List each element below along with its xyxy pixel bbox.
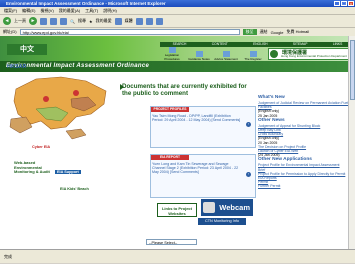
project-profiles-panel — [150, 106, 256, 148]
favorites-button[interactable]: 我的最愛 — [96, 18, 112, 24]
media-button[interactable]: 媒體 — [125, 18, 133, 24]
right-sidebar: What's New Judgement of Judicial Review … — [256, 94, 355, 249]
apps-item-0[interactable]: Project Profile for Environmental Impact… — [258, 163, 353, 167]
eia-support-link[interactable]: EIA Support — [55, 170, 81, 174]
camera-icon — [203, 202, 215, 213]
eia-report-arrow-icon[interactable]: › — [246, 172, 251, 177]
home-icon[interactable] — [60, 17, 67, 25]
menu-favorites[interactable]: 我的最愛(A) — [59, 8, 80, 14]
media-icon[interactable] — [114, 17, 122, 25]
documents-title: Documents that are currently exhibited f… — [122, 83, 247, 97]
register-icons: Legislation Procedures Guidance Notes Ad… — [160, 47, 265, 61]
map-island-south[interactable] — [65, 128, 87, 140]
menu-edit[interactable]: 編輯(E) — [22, 8, 35, 14]
favorites-star-icon[interactable]: ★ — [89, 19, 93, 24]
eia-report-text[interactable]: Yuen Long and Kam Tin Sewerage and Sewag… — [152, 162, 242, 175]
go-button[interactable]: 移至 — [242, 29, 257, 35]
scrollbar-thumb[interactable] — [349, 40, 355, 100]
menu-file[interactable]: 檔案(F) — [4, 8, 17, 14]
menu-bar: 檔案(F) 編輯(E) 檢視(V) 我的最愛(A) 工具(T) 說明(H) — [0, 7, 355, 14]
status-text: 完成 — [4, 254, 12, 259]
status-bar: 完成 — [0, 249, 355, 263]
page-content: 中文 SEARCH CONTENT ENGLISH SITEMAP LINKS … — [0, 36, 355, 249]
header-nav: SEARCH CONTENT ENGLISH SITEMAP LINKS — [160, 42, 355, 47]
maximize-button[interactable]: □ — [341, 1, 347, 6]
advice-link[interactable]: Advice Statement — [214, 50, 238, 61]
history-icon[interactable] — [135, 17, 143, 25]
chinese-version-link[interactable]: 中文 — [7, 44, 47, 55]
hk-map-image[interactable] — [6, 69, 114, 141]
nav-sitemap[interactable]: SITEMAP — [293, 42, 307, 47]
link-hotmail[interactable]: 免費 Hotmail — [286, 29, 309, 35]
window-titlebar: Environmental Impact Assessment Ordinanc… — [0, 0, 355, 7]
eia-kids-link[interactable]: EIA Kids' Beach — [60, 187, 89, 191]
close-button[interactable]: x — [348, 1, 354, 6]
menu-view[interactable]: 檢視(V) — [40, 8, 53, 14]
news-item-0[interactable]: Judgement of Judicial Review on Permanen… — [258, 101, 353, 109]
print-icon[interactable] — [155, 17, 163, 25]
apps-item-5[interactable]: Further Permit — [258, 184, 353, 188]
menu-help[interactable]: 說明(H) — [103, 8, 117, 14]
minimize-button[interactable]: _ — [334, 1, 340, 6]
forward-arrow-icon[interactable]: ► — [29, 17, 37, 25]
nav-search[interactable]: SEARCH — [173, 42, 187, 47]
refresh-icon[interactable] — [50, 17, 57, 25]
logo-chinese: 環境保護署 — [282, 50, 308, 56]
window-controls: _ □ x — [334, 1, 354, 6]
menu-tools[interactable]: 工具(T) — [85, 8, 98, 14]
search-icon[interactable]: 🔍 — [70, 19, 75, 24]
eia-report-header: EIA REPORT — [151, 155, 189, 160]
register-link[interactable]: The Register — [241, 50, 265, 61]
address-input[interactable]: http://www.epd.gov.hk/eia/ — [19, 29, 240, 35]
project-select[interactable]: --Please Select-- — [146, 239, 197, 245]
mail-icon[interactable] — [145, 17, 153, 25]
project-profiles-arrow-icon[interactable]: › — [246, 122, 251, 127]
link-google[interactable]: Google — [271, 30, 284, 35]
nav-links[interactable]: LINKS — [333, 42, 343, 47]
guidance-icon — [195, 50, 203, 57]
window-title: Environmental Impact Assessment Ordinanc… — [6, 1, 166, 6]
register-icon — [249, 50, 257, 57]
legislation-link[interactable]: Legislation Procedures — [160, 47, 184, 61]
epd-logo-box[interactable]: Hong Kong Environmental Protection Depar… — [268, 48, 352, 60]
advice-icon — [222, 50, 230, 57]
eia-report-panel — [150, 154, 256, 198]
back-arrow-icon[interactable]: ◄ — [3, 17, 11, 25]
address-label: 網址(D) — [3, 29, 17, 34]
back-button-label[interactable]: 上一頁 — [14, 18, 26, 24]
map-marker-1[interactable] — [43, 96, 49, 102]
project-profiles-text[interactable]: Yau Tsim Mong Road - DP/PP, Landfill (Ex… — [152, 114, 242, 122]
web-monitoring-link[interactable]: Web-based Environmental Monitoring & Aud… — [14, 160, 54, 175]
address-bar: 網址(D) http://www.epd.gov.hk/eia/ 移至 連結 G… — [0, 27, 355, 36]
epd-logo-icon — [270, 50, 278, 58]
map-marker-2[interactable] — [73, 90, 79, 96]
links-label[interactable]: 連結 — [260, 29, 268, 35]
browser-toolbar: ◄ 上一頁 ► 🔍 搜尋 ★ 我的最愛 媒體 — [0, 14, 355, 27]
cyber-eia-link[interactable]: Cyber EIA — [32, 145, 50, 150]
search-button[interactable]: 搜尋 — [78, 18, 86, 24]
project-websites-button[interactable]: Links to Project Websites — [157, 203, 197, 217]
guidance-link[interactable]: Guidance Notes — [187, 50, 211, 61]
nav-english[interactable]: ENGLISH — [253, 42, 267, 47]
ctn-monitoring-link[interactable]: CTN Monitoring Info — [198, 218, 246, 225]
nav-content[interactable]: CONTENT — [212, 42, 228, 47]
project-profiles-header: PROJECT PROFILES — [151, 107, 189, 112]
stop-icon[interactable] — [40, 17, 47, 25]
